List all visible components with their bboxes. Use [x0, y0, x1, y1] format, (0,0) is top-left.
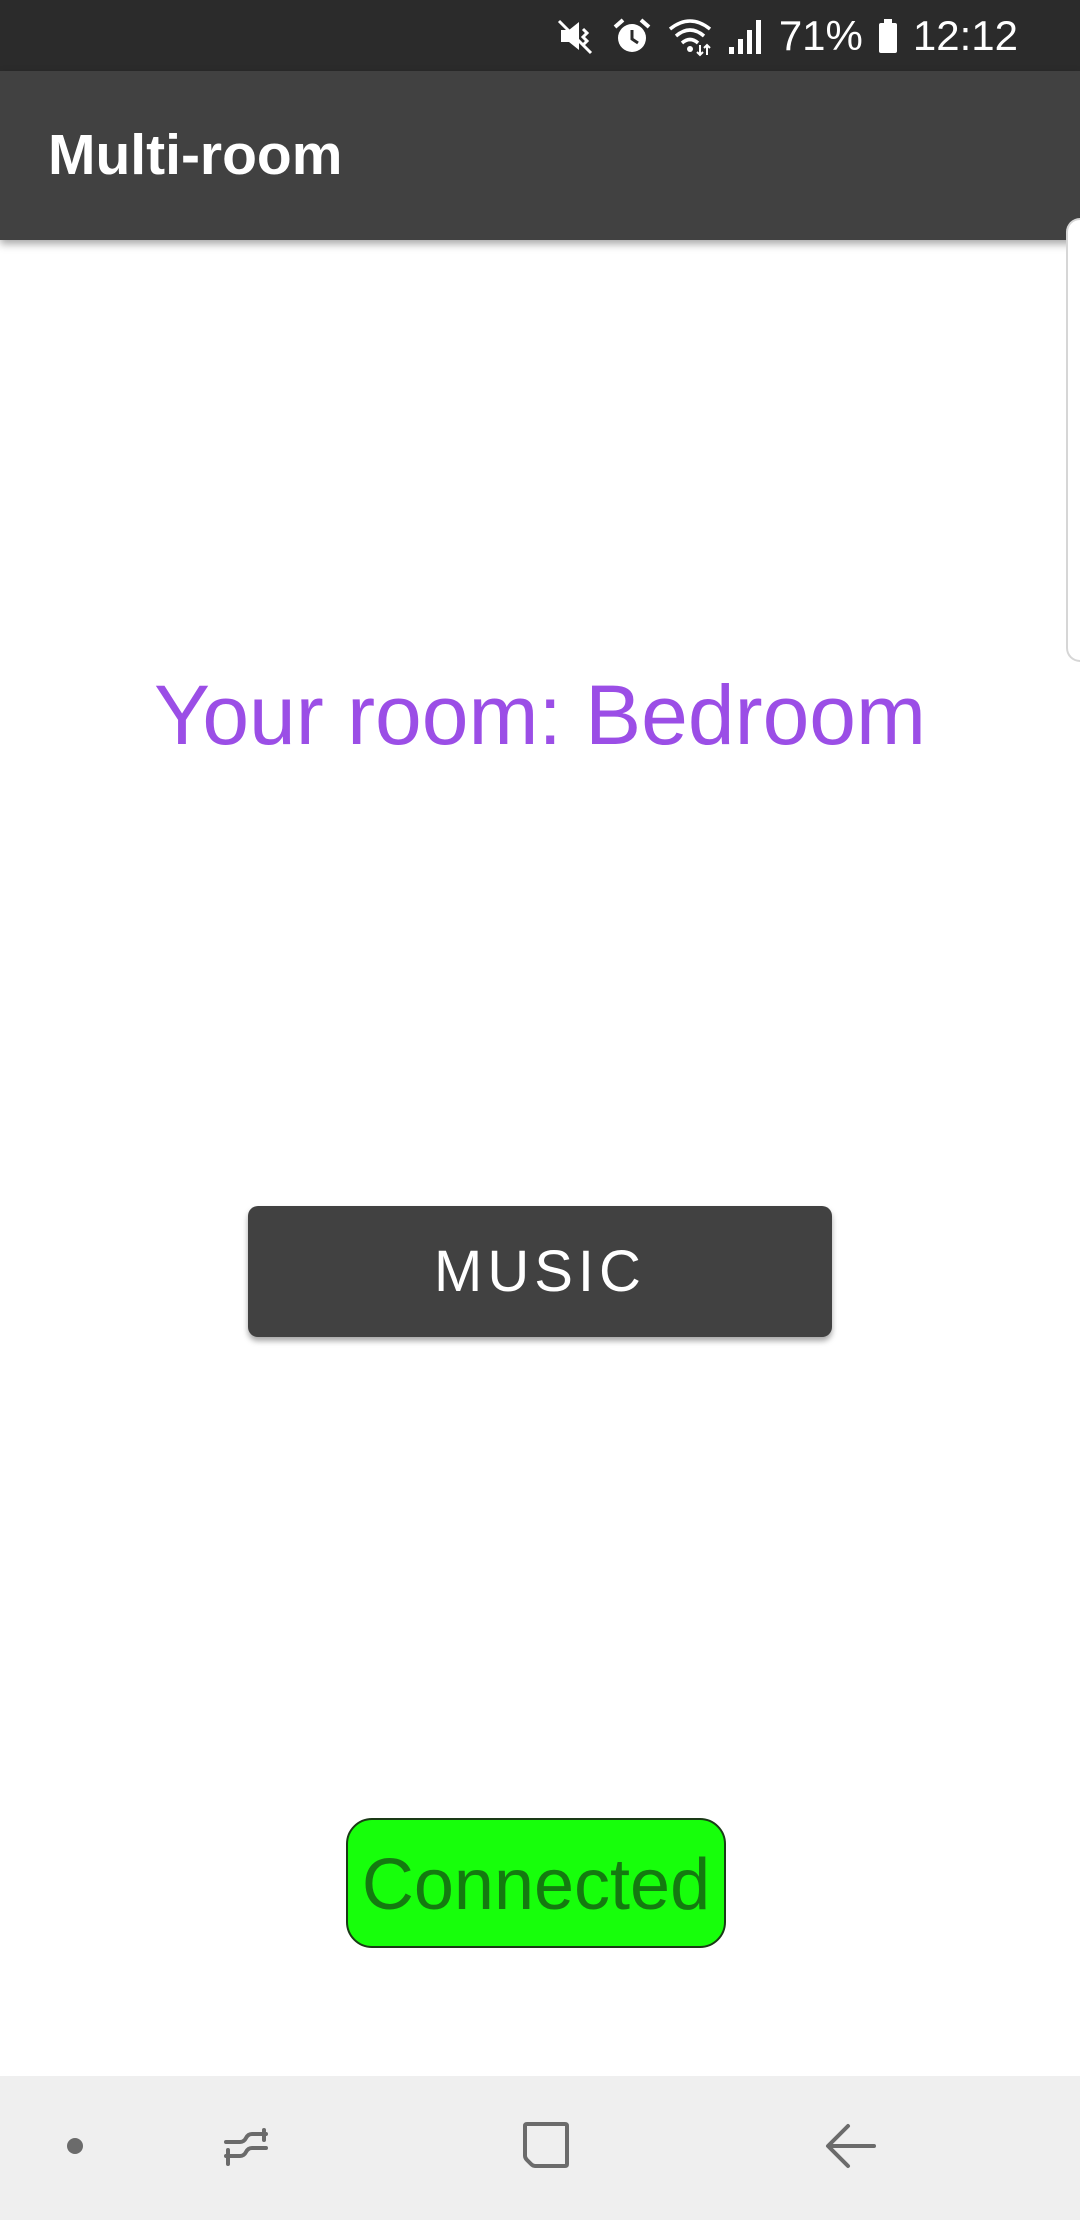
battery-icon: [877, 15, 899, 57]
signal-icon: [727, 15, 765, 57]
nav-dot-button[interactable]: [30, 2076, 120, 2220]
battery-percent: 71%: [778, 12, 863, 59]
recent-apps-button[interactable]: [196, 2076, 296, 2220]
alarm-icon: [611, 15, 653, 57]
home-button[interactable]: [495, 2076, 595, 2220]
music-button[interactable]: MUSIC: [248, 1206, 832, 1337]
status-icons: 71% 12:12: [555, 0, 1018, 71]
status-bar: 71% 12:12: [0, 0, 1080, 71]
back-button[interactable]: [800, 2076, 900, 2220]
screen: 71% 12:12 Multi-room Your room: Bedroom …: [0, 0, 1080, 2220]
recent-apps-icon: [220, 2120, 272, 2177]
edge-panel-handle[interactable]: [1066, 218, 1080, 662]
mute-icon: [555, 15, 597, 57]
room-label: Your room: Bedroom: [154, 668, 926, 762]
app-bar: Multi-room: [0, 71, 1080, 240]
clock: 12:12: [912, 12, 1018, 59]
dot-icon: [65, 2136, 85, 2161]
navigation-bar: [0, 2076, 1080, 2220]
home-icon: [517, 2118, 573, 2179]
app-title: Multi-room: [48, 123, 343, 187]
back-icon: [822, 2118, 878, 2179]
connection-status-badge: Connected: [346, 1818, 726, 1948]
wifi-icon: [667, 15, 713, 57]
